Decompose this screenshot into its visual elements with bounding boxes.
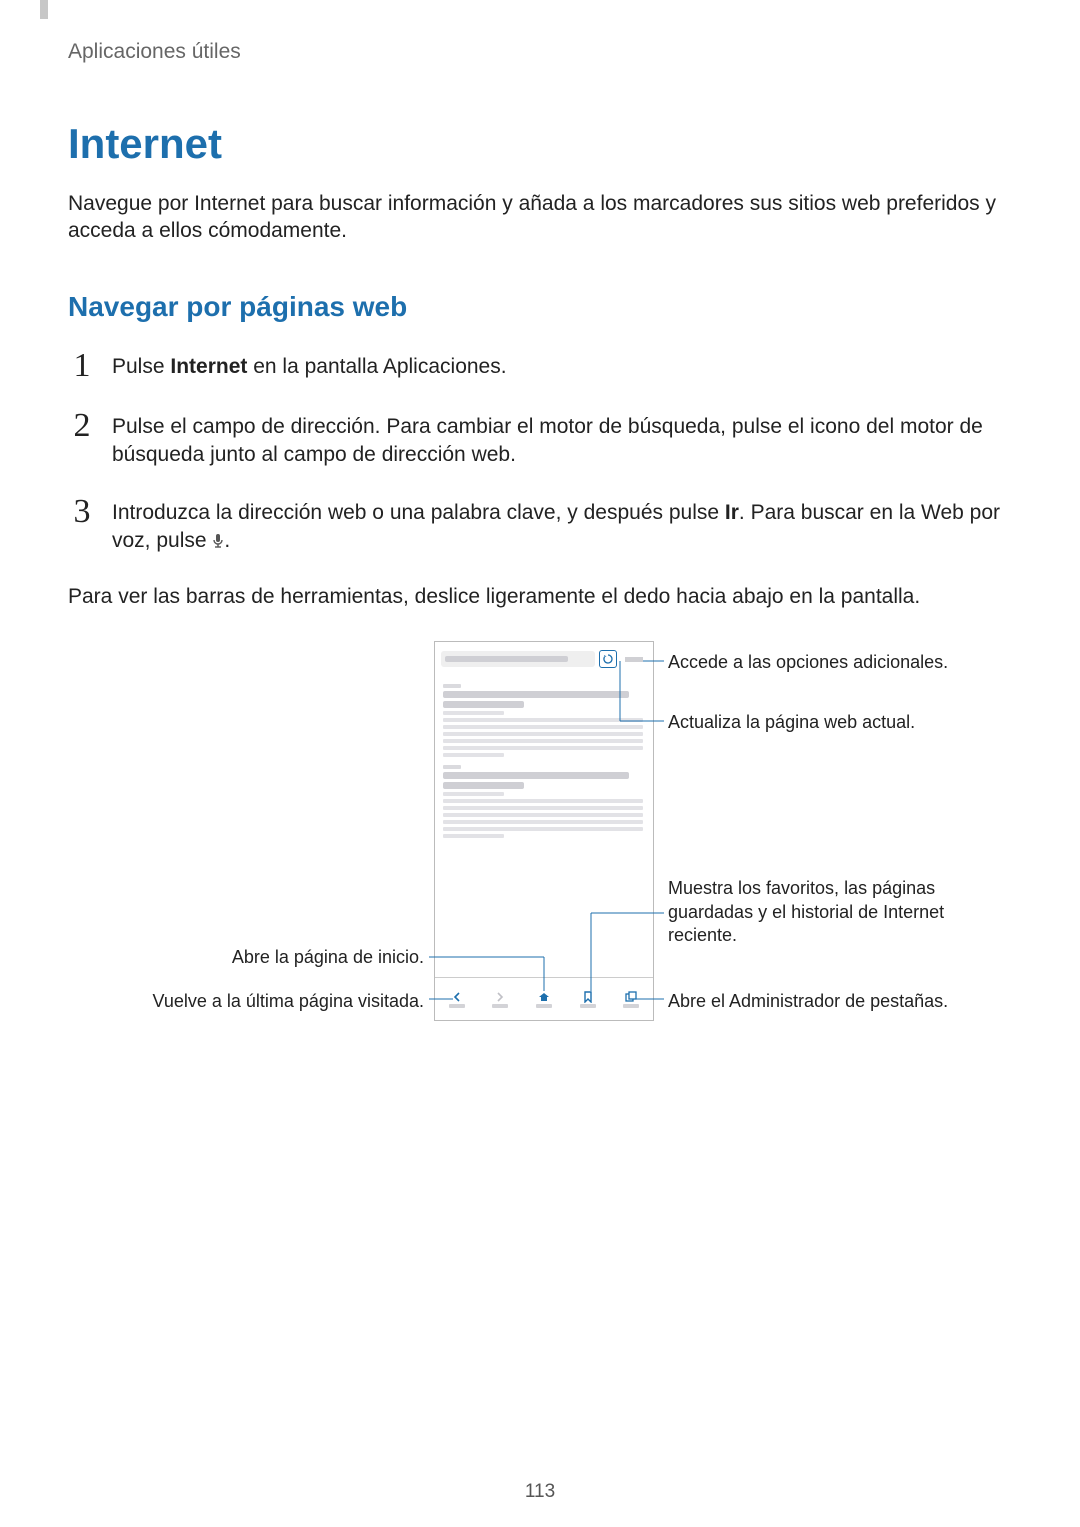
step-text-3: Introduzca la dirección web o una palabr… [112,495,1010,557]
step3-post: . [224,529,230,552]
step-3: 3 Introduzca la dirección web o una pala… [68,495,1010,557]
callout-home: Abre la página de inicio. [174,946,424,969]
step-number-2: 2 [68,409,96,443]
section-heading: Navegar por páginas web [68,291,1010,323]
callout-tabs: Abre el Administrador de pestañas. [668,990,958,1013]
step-text-2: Pulse el campo de dirección. Para cambia… [112,409,1010,469]
breadcrumb: Aplicaciones útiles [68,40,1010,64]
diagram: Accede a las opciones adicionales. Actua… [224,641,854,1041]
more-icon [621,654,647,664]
nav-tabs-icon [609,978,653,1020]
device-bottom-nav [435,977,653,1020]
intro-paragraph: Navegue por Internet para buscar informa… [68,190,1010,245]
step-number-3: 3 [68,495,96,529]
step-1: 1 Pulse Internet en la pantalla Aplicaci… [68,349,1010,383]
callout-bookmarks: Muestra los favoritos, las páginas guard… [668,877,968,947]
page-number: 113 [0,1481,1080,1503]
device-content [435,676,653,977]
device-mockup [434,641,654,1021]
callout-back: Vuelve a la última página visitada. [134,990,424,1013]
step-text-1: Pulse Internet en la pantalla Aplicacion… [112,349,1010,381]
callout-refresh: Actualiza la página web actual. [668,711,928,734]
device-toolbar [435,642,653,676]
callout-more: Accede a las opciones adicionales. [668,651,958,674]
step1-post: en la pantalla Aplicaciones. [247,355,506,378]
nav-bookmarks-icon [566,978,610,1020]
page-title: Internet [68,120,1010,168]
refresh-icon [599,650,617,668]
nav-forward-icon [479,978,523,1020]
step-number-1: 1 [68,349,96,383]
nav-back-icon [435,978,479,1020]
nav-home-icon [522,978,566,1020]
step3-pre: Introduzca la dirección web o una palabr… [112,501,725,524]
microphone-icon [212,529,224,557]
step1-pre: Pulse [112,355,170,378]
decoration-rule [40,0,48,19]
body-after-steps: Para ver las barras de herramientas, des… [68,583,1010,611]
step-2: 2 Pulse el campo de dirección. Para camb… [68,409,1010,469]
address-bar-mockup [441,651,595,667]
step3-bold: Ir [725,501,739,524]
step1-bold: Internet [170,355,247,378]
